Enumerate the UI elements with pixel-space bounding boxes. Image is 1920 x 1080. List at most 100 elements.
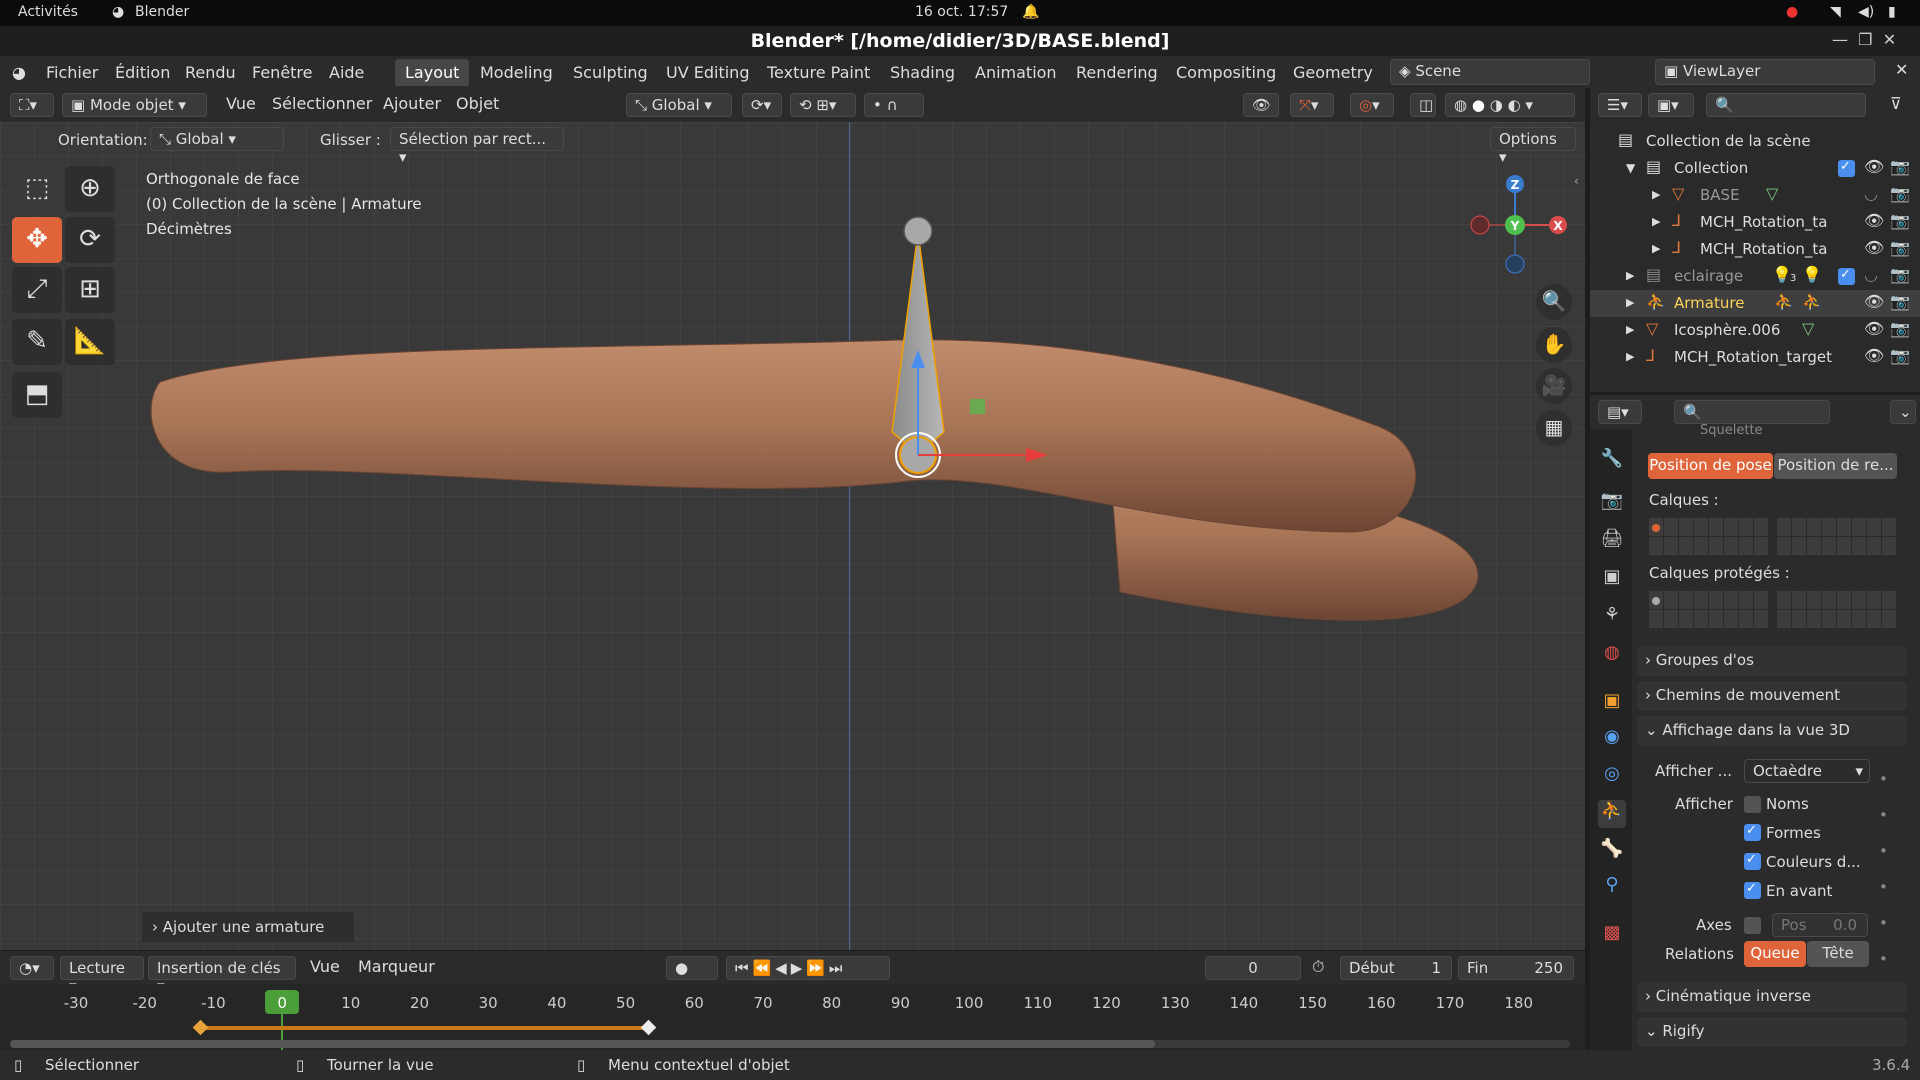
menu-render[interactable]: Rendu — [185, 63, 236, 82]
display-mode-button[interactable]: ▣▾ — [1648, 93, 1694, 117]
tab-modeling[interactable]: Modeling — [470, 59, 563, 86]
camera-render-icon[interactable]: 📷 — [1890, 238, 1910, 257]
clock[interactable]: 16 oct. 17:57 — [915, 4, 1008, 20]
panel-motion-paths[interactable]: › Chemins de mouvement — [1637, 681, 1907, 711]
timeline-body[interactable]: -30 -20 -10 0 10 20 30 40 50 60 70 80 90 100 110 120 130… — [0, 984, 1585, 1050]
outliner-search[interactable]: 🔍 — [1706, 93, 1866, 117]
protected-grid-1[interactable] — [1648, 590, 1768, 628]
expand-icon[interactable]: ▶ — [1626, 323, 1634, 336]
panel-ik[interactable]: › Cinématique inverse — [1637, 982, 1907, 1012]
remove-viewlayer-icon[interactable]: ✕ — [1895, 60, 1908, 79]
eye-closed-icon[interactable]: ◡ — [1864, 184, 1878, 203]
minimize-icon[interactable]: — — [1832, 30, 1848, 49]
bone-constraints-tab-icon[interactable]: ⚲ — [1598, 874, 1626, 902]
bone-tab-icon[interactable]: 🦴 — [1598, 838, 1626, 866]
outliner-base[interactable]: ▶ ▽ BASE ▽ ◡ 📷 — [1590, 182, 1920, 209]
names-checkbox[interactable] — [1744, 796, 1761, 813]
tab-uv-editing[interactable]: UV Editing — [656, 59, 759, 86]
expand-icon[interactable]: ▶ — [1626, 269, 1634, 282]
panel-bone-groups[interactable]: › Groupes d'os — [1637, 646, 1907, 676]
activities-button[interactable]: Activités — [18, 4, 78, 20]
app-menu[interactable]: Blender — [135, 4, 189, 20]
eye-icon[interactable]: 👁 — [1864, 157, 1884, 176]
shading-modes[interactable]: ◍ ● ◑ ◐ ▾ — [1445, 93, 1575, 117]
camera-render-icon[interactable]: 📷 — [1890, 292, 1910, 311]
menu-help[interactable]: Aide — [329, 63, 364, 82]
protected-grid-2[interactable] — [1776, 590, 1896, 628]
timer-icon[interactable]: ⏱ — [1312, 957, 1324, 977]
xray-toggle[interactable]: ◫ — [1410, 93, 1436, 117]
editor-type-button[interactable]: ⛶▾ — [10, 93, 54, 117]
exclude-checkbox[interactable] — [1838, 159, 1855, 177]
filter-icon[interactable]: ⊽ — [1890, 94, 1902, 113]
outliner-icosphere[interactable]: ▶ ▽ Icosphère.006 ▽ 👁 📷 — [1590, 317, 1920, 344]
camera-render-icon[interactable]: 📷 — [1890, 157, 1910, 176]
expand-icon[interactable]: ▶ — [1626, 296, 1634, 309]
camera-render-icon[interactable]: 📷 — [1890, 265, 1910, 284]
zoom-icon[interactable]: 🔍 — [1536, 284, 1572, 320]
maximize-icon[interactable]: ❐ — [1858, 30, 1872, 49]
camera-render-icon[interactable]: 📷 — [1890, 184, 1910, 203]
scene-selector[interactable]: ◈ Scene — [1390, 59, 1590, 85]
base-mesh[interactable] — [150, 339, 1479, 621]
perspective-grid-icon[interactable]: ▦ — [1536, 410, 1572, 446]
timeline-scrollbar[interactable] — [10, 1040, 1570, 1048]
eye-icon[interactable]: 👁 — [1864, 211, 1884, 230]
tab-shading[interactable]: Shading — [880, 59, 965, 86]
tab-compositing[interactable]: Compositing — [1166, 59, 1286, 86]
layers-grid-2[interactable] — [1776, 517, 1896, 555]
timeline-view-menu[interactable]: Vue — [310, 957, 340, 976]
armature-data-tab-icon[interactable]: ⛹ — [1598, 800, 1626, 828]
collapse-icon[interactable]: ▼ — [1626, 161, 1635, 175]
timeline-editor-type[interactable]: ◔▾ — [10, 956, 54, 980]
viewlayer-selector[interactable]: ▣ ViewLayer — [1655, 59, 1875, 85]
record-button[interactable]: ● — [666, 956, 718, 980]
navigation-gizmo[interactable]: Z X Y — [1462, 164, 1572, 274]
end-frame-field[interactable]: Fin 250 — [1458, 956, 1574, 980]
expand-icon[interactable]: ▶ — [1652, 188, 1660, 201]
world-tab-icon[interactable]: ◍ — [1598, 642, 1626, 670]
tab-sculpting[interactable]: Sculpting — [563, 59, 658, 86]
3d-viewport[interactable]: Orientation: ⤡ Global ▾ Glisser : Sélect… — [0, 122, 1585, 950]
start-frame-field[interactable]: Début 1 — [1340, 956, 1452, 980]
eye-icon[interactable]: 👁 — [1864, 292, 1884, 311]
camera-render-icon[interactable]: 📷 — [1890, 211, 1910, 230]
expand-icon[interactable]: ▶ — [1652, 215, 1660, 228]
proportional-edit-button[interactable]: • ∩ — [864, 93, 924, 117]
properties-search[interactable]: 🔍 — [1674, 400, 1830, 424]
menu-view[interactable]: Vue — [226, 94, 256, 113]
eye-icon[interactable]: 👁 — [1864, 346, 1884, 365]
visibility-icon[interactable]: 👁 — [1243, 93, 1279, 117]
properties-options[interactable]: ⌄ — [1890, 400, 1916, 424]
menu-select[interactable]: Sélectionner — [272, 94, 372, 113]
gizmo-toggle[interactable]: ⤧▾ — [1290, 93, 1334, 117]
timeline-scroll-thumb[interactable] — [10, 1040, 1155, 1048]
properties-editor-type[interactable]: ▤▾ — [1598, 400, 1642, 424]
menu-window[interactable]: Fenêtre — [252, 63, 313, 82]
relations-tail-button[interactable]: Queue — [1744, 941, 1806, 967]
tab-geometry-nodes[interactable]: Geometry N — [1283, 59, 1379, 86]
keyframe-start[interactable] — [192, 1019, 209, 1036]
tab-layout[interactable]: Layout — [395, 59, 470, 86]
outliner-eclairage[interactable]: ▶ ▤ eclairage 💡 3 💡 ◡ 📷 — [1590, 263, 1920, 290]
panel-rigify[interactable]: ⌄ Rigify — [1637, 1017, 1907, 1047]
physics-tab-icon[interactable]: ◎ — [1598, 763, 1626, 791]
pan-hand-icon[interactable]: ✋ — [1536, 327, 1572, 363]
in-front-checkbox[interactable] — [1744, 881, 1761, 899]
camera-render-icon[interactable]: 📷 — [1890, 346, 1910, 365]
eye-icon[interactable]: 👁 — [1864, 238, 1884, 257]
group-colors-checkbox[interactable] — [1744, 852, 1761, 870]
blender-logo-icon[interactable]: ◕ — [12, 63, 26, 82]
output-tab-icon[interactable]: 🖨 — [1598, 528, 1626, 556]
tab-texture-paint[interactable]: Texture Paint — [757, 59, 880, 86]
panel-viewport-display[interactable]: ⌄ Affichage dans la vue 3D — [1637, 716, 1907, 746]
pose-position-button[interactable]: Position de pose — [1648, 453, 1773, 479]
object-tab-icon[interactable]: ▣ — [1598, 690, 1626, 718]
eye-icon[interactable]: 👁 — [1864, 319, 1884, 338]
tool-tab-icon[interactable]: 🔧 — [1598, 448, 1626, 476]
expand-icon[interactable]: ▶ — [1626, 350, 1634, 363]
playback-menu[interactable]: Lecture ▾ — [60, 956, 144, 995]
menu-edit[interactable]: Édition — [115, 63, 170, 82]
tab-animation[interactable]: Animation — [965, 59, 1067, 86]
pivot-point-button[interactable]: ⟳▾ — [742, 93, 782, 117]
